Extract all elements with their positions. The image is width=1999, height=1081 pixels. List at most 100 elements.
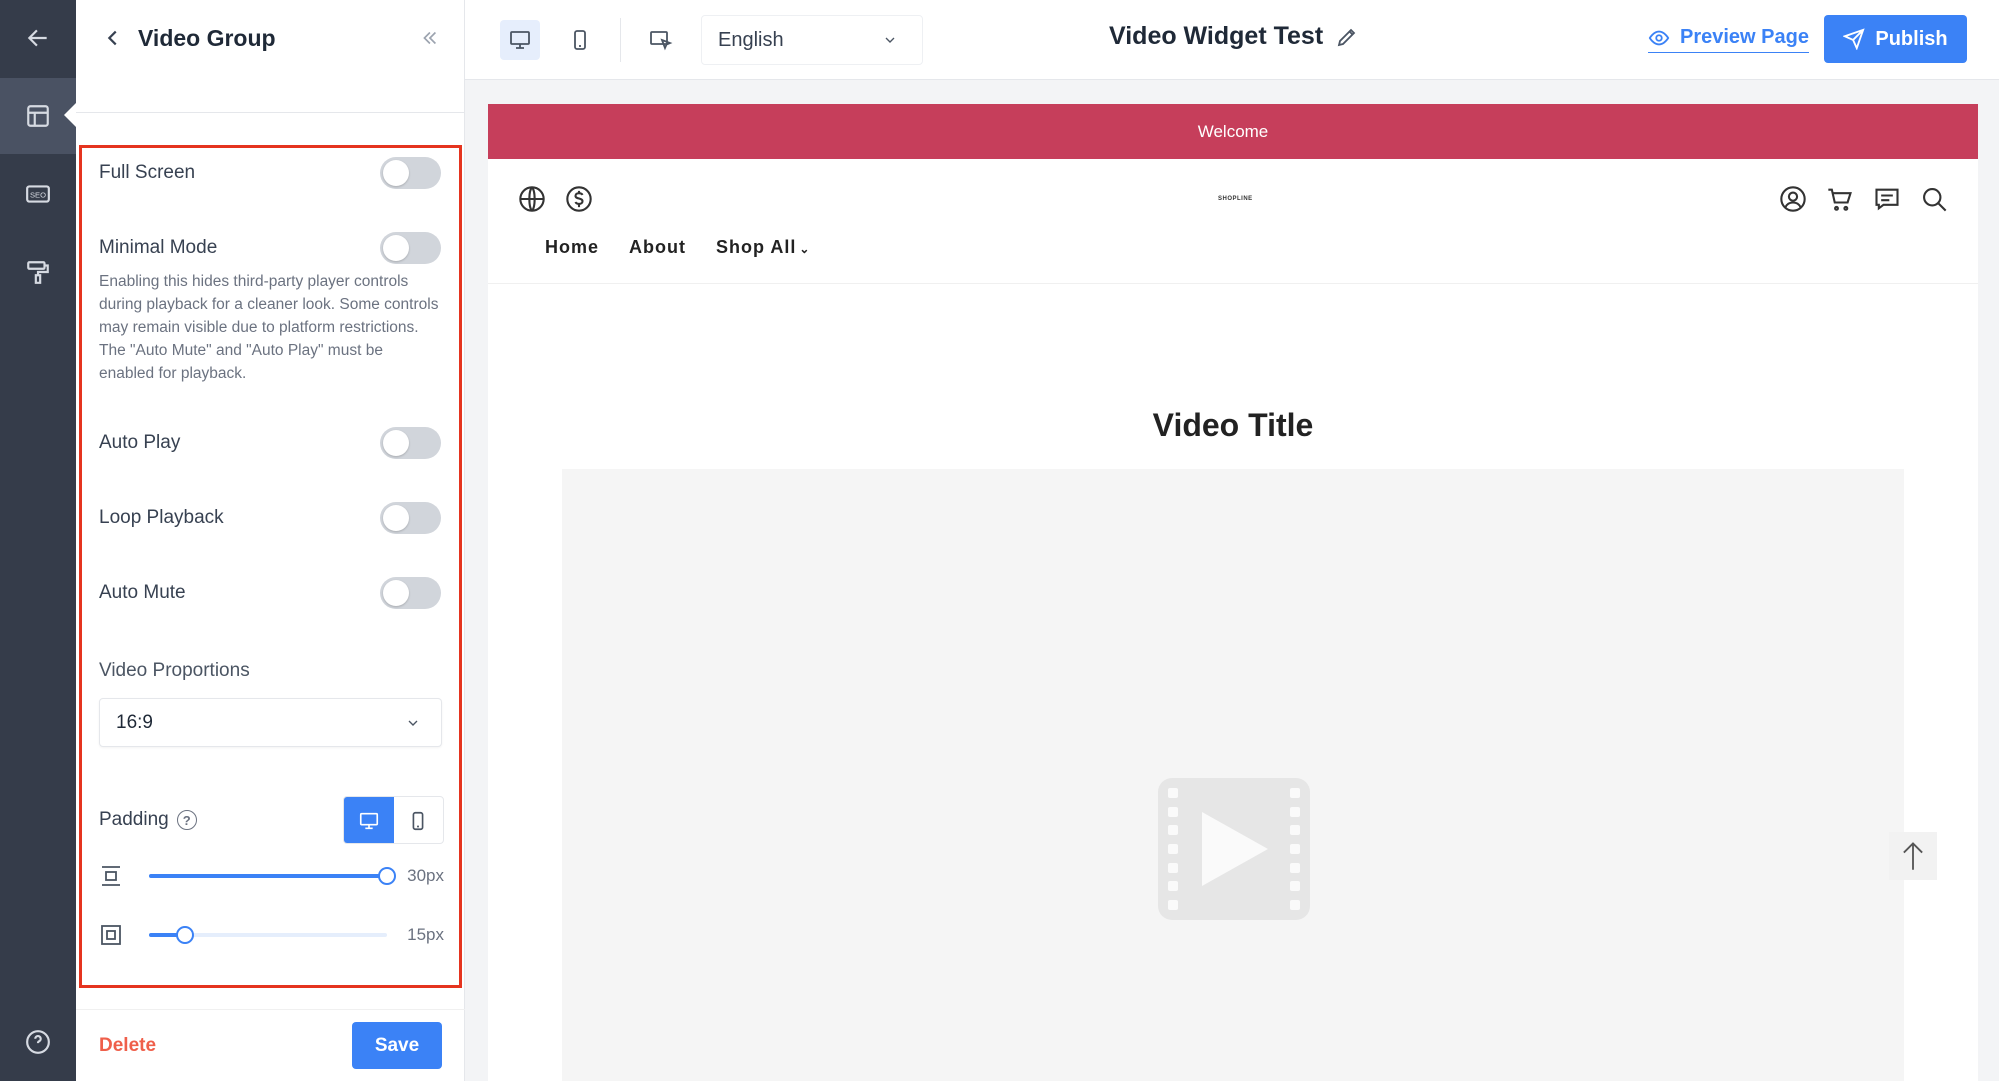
padding-device-switch: [343, 796, 444, 844]
horizontal-padding-slider-row: 15px: [99, 920, 444, 950]
loop-playback-toggle[interactable]: [380, 502, 441, 534]
mobile-view-button[interactable]: [560, 20, 600, 60]
back-button[interactable]: [0, 0, 76, 76]
announcement-bar: Welcome: [488, 104, 1978, 159]
page-title-text: Video Widget Test: [1109, 22, 1324, 50]
search-icon[interactable]: [1920, 185, 1948, 213]
account-icon[interactable]: [1779, 185, 1807, 213]
auto-play-toggle[interactable]: [380, 427, 441, 459]
publish-button[interactable]: Publish: [1824, 15, 1967, 63]
back-to-top-button[interactable]: [1889, 832, 1937, 880]
film-holes-right: [1290, 788, 1300, 910]
message-icon[interactable]: [1873, 185, 1901, 213]
mobile-icon: [574, 30, 586, 50]
settings-panel: Video Group Full Screen Minimal Mode Ena…: [76, 0, 465, 1081]
seo-button[interactable]: SEO: [0, 156, 76, 232]
preview-page-label: Preview Page: [1680, 26, 1809, 48]
video-proportions-select[interactable]: 16:9: [99, 698, 442, 747]
toolbar-divider: [620, 18, 621, 62]
arrow-up-icon: [1903, 842, 1923, 870]
video-proportions-label: Video Proportions: [99, 660, 250, 681]
slider-handle[interactable]: [378, 867, 396, 885]
nav-item-shop-all-label: Shop All: [716, 237, 797, 257]
page-title: Video Widget Test: [1109, 22, 1359, 51]
save-button[interactable]: Save: [352, 1022, 442, 1069]
loop-playback-row: Loop Playback: [99, 502, 441, 534]
panel-footer: Delete Save: [76, 1009, 465, 1081]
desktop-view-button[interactable]: [500, 20, 540, 60]
padding-desktop-button[interactable]: [344, 797, 394, 843]
play-triangle: [1202, 812, 1268, 886]
store-logo[interactable]: SHOPLINE: [1218, 196, 1252, 206]
help-icon[interactable]: ?: [176, 810, 197, 830]
store-header: SHOPLINE Home About Shop All ⌄: [488, 159, 1978, 284]
delete-button[interactable]: Delete: [99, 1035, 156, 1057]
panel-title: Video Group: [138, 24, 276, 51]
layout-icon: [27, 105, 49, 127]
globe-icon[interactable]: [518, 185, 546, 213]
store-nav: Home About Shop All ⌄: [545, 237, 810, 258]
cursor-select-icon: [650, 31, 673, 51]
chevron-down-icon: ⌄: [799, 242, 811, 256]
video-placeholder[interactable]: [562, 469, 1904, 1081]
vertical-padding-slider[interactable]: [149, 867, 396, 885]
chevron-down-icon: [408, 720, 418, 726]
horizontal-padding-value: 15px: [407, 925, 444, 944]
desktop-icon: [359, 812, 378, 830]
rail-active-indicator: [64, 103, 76, 127]
language-select[interactable]: English: [701, 15, 923, 65]
top-toolbar: English Video Widget Test Preview Page P…: [465, 0, 1999, 80]
nav-item-shop-all[interactable]: Shop All ⌄: [716, 237, 810, 258]
back-arrow-icon: [27, 29, 47, 47]
slider-fill: [149, 874, 387, 878]
padding-label: Padding: [99, 809, 169, 830]
send-icon: [1843, 28, 1866, 50]
chevron-left-icon[interactable]: [102, 27, 124, 49]
nav-item-home[interactable]: Home: [545, 237, 599, 258]
collapse-panel-icon[interactable]: [418, 27, 440, 49]
horizontal-padding-icon: [101, 925, 121, 945]
video-play-icon[interactable]: [1158, 778, 1310, 920]
full-screen-label: Full Screen: [99, 162, 196, 183]
paint-roller-icon: [27, 261, 49, 284]
currency-icon[interactable]: [565, 185, 593, 213]
pencil-icon[interactable]: [1335, 25, 1359, 49]
full-screen-row: Full Screen: [99, 157, 441, 189]
padding-row: Padding ?: [99, 796, 444, 844]
eye-icon: [1648, 30, 1670, 45]
padding-mobile-button[interactable]: [394, 797, 444, 843]
announcement-text: Welcome: [1197, 121, 1269, 141]
minimal-mode-label: Minimal Mode: [99, 237, 218, 258]
preview-page-link[interactable]: Preview Page: [1648, 26, 1809, 53]
chevron-down-icon: [885, 37, 895, 43]
nav-item-about[interactable]: About: [629, 237, 686, 258]
divider: [76, 112, 465, 113]
seo-icon: SEO: [26, 185, 50, 203]
select-element-button[interactable]: [641, 20, 681, 60]
full-screen-toggle[interactable]: [380, 157, 441, 189]
language-value: English: [718, 28, 784, 51]
slider-handle[interactable]: [175, 926, 194, 944]
mobile-icon: [412, 811, 424, 831]
vertical-padding-icon: [102, 866, 120, 886]
auto-play-row: Auto Play: [99, 427, 441, 459]
help-button[interactable]: [0, 1004, 76, 1080]
cart-icon[interactable]: [1826, 185, 1854, 213]
auto-mute-label: Auto Mute: [99, 582, 186, 603]
film-holes-left: [1168, 788, 1178, 910]
video-proportions-value: 16:9: [116, 711, 153, 733]
loop-playback-label: Loop Playback: [99, 507, 224, 528]
auto-play-label: Auto Play: [99, 432, 181, 453]
theme-button[interactable]: [0, 234, 76, 310]
vertical-padding-slider-row: 30px: [99, 861, 444, 891]
auto-mute-toggle[interactable]: [380, 577, 441, 609]
auto-mute-row: Auto Mute: [99, 577, 441, 609]
minimal-mode-row: Minimal Mode: [99, 232, 441, 264]
store-preview-canvas: Welcome SHOPLINE Home About Shop All ⌄ Vi…: [488, 104, 1978, 1081]
minimal-mode-toggle[interactable]: [380, 232, 441, 264]
horizontal-padding-slider[interactable]: [149, 926, 387, 944]
minimal-mode-help: Enabling this hides third-party player c…: [99, 273, 439, 382]
publish-label: Publish: [1875, 27, 1948, 50]
vertical-padding-value: 30px: [407, 866, 444, 885]
video-title: Video Title: [1152, 407, 1314, 443]
